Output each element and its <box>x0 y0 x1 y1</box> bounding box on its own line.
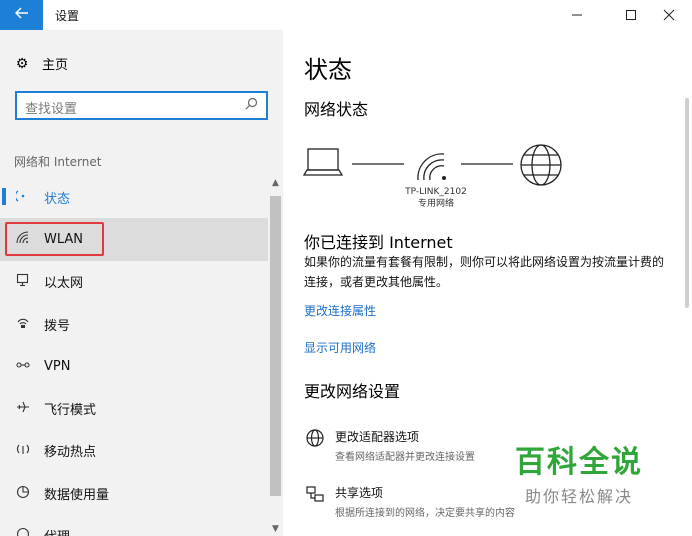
network-diagram-graphic <box>302 144 562 186</box>
sidebar: ⚙ 主页 查找设置 网络和 Internet 状态 WLAN 以太网 拨号 VP… <box>0 30 283 536</box>
search-input[interactable]: 查找设置 <box>25 98 77 117</box>
main-scrollbar[interactable] <box>685 98 689 308</box>
sharing-options-item[interactable]: 共享选项 根据所连接到的网络，决定要共享的内容 <box>303 484 515 519</box>
watermark: 百科全说 助你轻松解决 <box>515 437 643 507</box>
sidebar-item-label: 飞行模式 <box>44 403 97 419</box>
search-box[interactable]: 查找设置 <box>15 91 268 120</box>
scroll-down-icon[interactable]: ▼ <box>268 524 283 534</box>
sidebar-item-status[interactable]: 状态 <box>0 176 268 218</box>
network-type: 专用网络 <box>417 199 454 209</box>
status-icon <box>14 189 32 206</box>
home-label: 主页 <box>42 58 69 73</box>
option-description: 查看网络适配器并更改连接设置 <box>335 452 475 463</box>
scrollbar-thumb[interactable] <box>270 196 281 496</box>
home-link[interactable]: ⚙ 主页 <box>14 54 69 74</box>
sidebar-nav: 状态 WLAN 以太网 拨号 VPN 飞行模式 移动热点 数据使用量 <box>0 176 268 536</box>
window-title: 设置 <box>55 9 80 23</box>
hotspot-icon <box>14 442 32 459</box>
option-description: 根据所连接到的网络，决定要共享的内容 <box>335 508 515 519</box>
sidebar-item-wlan[interactable]: WLAN <box>0 218 268 261</box>
sidebar-item-data-usage[interactable]: 数据使用量 <box>0 472 268 514</box>
proxy-icon <box>14 527 32 536</box>
sidebar-item-label: 以太网 <box>44 276 84 292</box>
data-usage-icon <box>14 485 32 502</box>
minimize-button[interactable] <box>554 0 600 30</box>
network-name: TP-LINK_2102 <box>405 187 467 197</box>
close-button[interactable] <box>646 0 692 30</box>
main-content: 状态 网络状态 TP-LINK_2102 专用网络 你已连接到 Internet… <box>283 30 692 536</box>
adapter-options-item[interactable]: 更改适配器选项 查看网络适配器并更改连接设置 <box>303 428 475 463</box>
wifi-signal-icon <box>417 153 446 181</box>
network-status-heading: 网络状态 <box>304 100 369 119</box>
sidebar-item-hotspot[interactable]: 移动热点 <box>0 430 268 472</box>
gear-icon: ⚙ <box>15 55 29 72</box>
back-arrow-icon <box>14 7 29 23</box>
sidebar-item-ethernet[interactable]: 以太网 <box>0 261 268 303</box>
title-bar: 设置 <box>0 0 692 30</box>
change-connection-properties-link[interactable]: 更改连接属性 <box>304 302 376 319</box>
sidebar-item-dialup[interactable]: 拨号 <box>0 303 268 345</box>
show-available-networks-link[interactable]: 显示可用网络 <box>304 339 376 356</box>
watermark-main: 百科全说 <box>515 445 643 480</box>
section-label: 网络和 Internet <box>14 155 102 169</box>
back-button[interactable] <box>0 0 43 30</box>
sidebar-item-vpn[interactable]: VPN <box>0 345 268 387</box>
scroll-up-icon[interactable]: ▲ <box>268 178 283 188</box>
sidebar-item-label: 移动热点 <box>44 445 97 461</box>
sidebar-item-label: VPN <box>44 358 71 374</box>
search-icon[interactable] <box>245 97 258 114</box>
sidebar-item-label: 代理 <box>44 526 70 536</box>
change-network-settings-heading: 更改网络设置 <box>304 382 401 401</box>
ethernet-icon <box>14 273 32 290</box>
sidebar-item-label: 状态 <box>44 191 71 207</box>
highlight-box <box>5 222 104 257</box>
adapter-icon <box>303 428 327 463</box>
connected-title: 你已连接到 Internet <box>304 233 453 252</box>
sidebar-item-label: 数据使用量 <box>44 487 110 503</box>
active-indicator <box>2 188 6 205</box>
watermark-sub: 助你轻松解决 <box>524 487 633 506</box>
airplane-icon <box>14 400 32 417</box>
connected-description: 如果你的流量有套餐有限制，则你可以将此网络设置为按流量计费的连接，或者更改其他属… <box>304 255 665 289</box>
sidebar-item-airplane[interactable]: 飞行模式 <box>0 387 268 429</box>
laptop-icon <box>302 148 344 176</box>
vpn-icon <box>14 358 32 375</box>
network-name-label: TP-LINK_2102 专用网络 <box>401 186 471 210</box>
option-title: 更改适配器选项 <box>335 430 420 444</box>
sharing-icon <box>303 484 327 519</box>
page-title: 状态 <box>304 56 352 84</box>
sidebar-scrollbar[interactable]: ▲ ▼ <box>268 176 283 536</box>
sidebar-item-label: 拨号 <box>44 318 71 334</box>
sidebar-item-proxy[interactable]: 代理 <box>0 514 268 536</box>
network-diagram: TP-LINK_2102 专用网络 <box>302 142 573 214</box>
option-title: 共享选项 <box>335 486 384 500</box>
dialup-icon <box>14 316 32 333</box>
globe-icon <box>520 144 562 186</box>
